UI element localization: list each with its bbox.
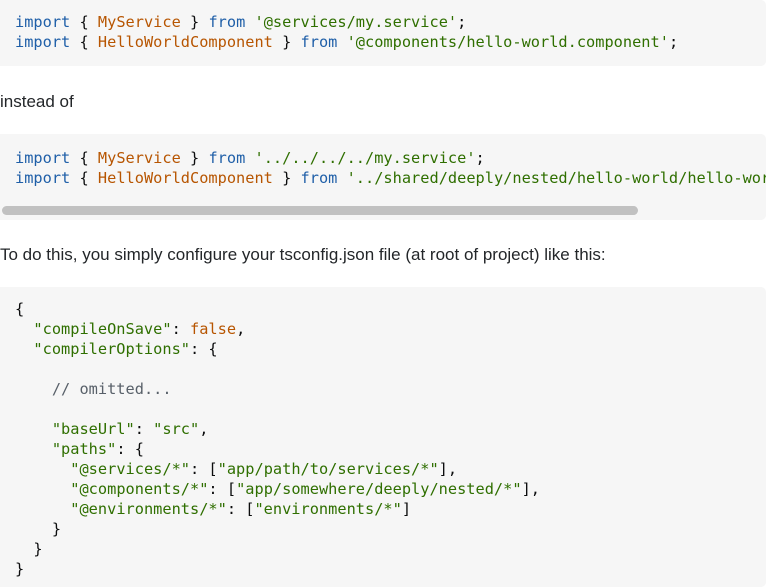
code-line: } bbox=[15, 539, 766, 559]
code-token: '../shared/deeply/nested/hello-world/hel… bbox=[346, 169, 766, 187]
code-token: "baseUrl" bbox=[51, 420, 135, 438]
code-token: MyService bbox=[97, 13, 181, 31]
code-token: , bbox=[199, 420, 209, 438]
code-token: { bbox=[15, 300, 25, 318]
code-line: } bbox=[15, 559, 766, 579]
code-token: MyService bbox=[97, 149, 181, 167]
code-line: "@components/*": ["app/somewhere/deeply/… bbox=[15, 479, 766, 499]
horizontal-scrollbar[interactable] bbox=[2, 206, 638, 215]
code-token: } bbox=[15, 560, 25, 578]
code-token: import bbox=[15, 13, 71, 31]
code-token: : [ bbox=[208, 480, 237, 498]
code-token: false bbox=[190, 320, 237, 338]
code-token: : [ bbox=[226, 500, 255, 518]
paragraph-tsconfig-instructions: To do this, you simply configure your ts… bbox=[0, 245, 606, 264]
code-line: "baseUrl": "src", bbox=[15, 419, 766, 439]
code-line: "@environments/*": ["environments/*"] bbox=[15, 499, 766, 519]
code-content: import { MyService } from '@services/my.… bbox=[0, 0, 766, 52]
code-token: from bbox=[300, 169, 338, 187]
code-token: : { bbox=[189, 340, 218, 358]
code-token: "@environments/*" bbox=[70, 500, 227, 518]
code-token: ; bbox=[668, 33, 679, 51]
code-token: } bbox=[15, 540, 43, 558]
code-token: ; bbox=[475, 149, 485, 167]
code-token: '@components/hello-world.component' bbox=[346, 33, 669, 51]
code-line: { bbox=[15, 299, 766, 319]
code-token: { bbox=[70, 169, 98, 187]
paragraph-instead-of: instead of bbox=[0, 92, 74, 111]
code-token: from bbox=[300, 33, 338, 51]
code-token: ; bbox=[457, 13, 467, 31]
code-token: "app/path/to/services/*" bbox=[217, 460, 439, 478]
code-token: "paths" bbox=[51, 440, 117, 458]
code-token: } bbox=[272, 33, 301, 51]
code-token: { bbox=[70, 33, 98, 51]
code-token: import bbox=[15, 149, 71, 167]
code-line: import { HelloWorldComponent } from '@co… bbox=[15, 32, 766, 52]
code-token: import bbox=[15, 169, 71, 187]
code-token: "compileOnSave" bbox=[33, 320, 172, 338]
code-content: import { MyService } from '../../../../m… bbox=[0, 134, 766, 188]
code-token: } bbox=[272, 169, 301, 187]
code-token: "src" bbox=[153, 420, 200, 438]
code-token: "compilerOptions" bbox=[33, 340, 190, 358]
code-token: "@components/*" bbox=[70, 480, 209, 498]
code-line: "paths": { bbox=[15, 439, 766, 459]
code-line: // omitted... bbox=[15, 379, 766, 399]
code-block-tsconfig: { "compileOnSave": false, "compilerOptio… bbox=[0, 287, 766, 587]
code-token: { bbox=[70, 13, 98, 31]
code-line: "@services/*": ["app/path/to/services/*"… bbox=[15, 459, 766, 479]
code-token: import bbox=[15, 33, 71, 51]
code-token: : bbox=[134, 420, 154, 438]
code-line: import { MyService } from '../../../../m… bbox=[15, 148, 766, 168]
code-token: // omitted... bbox=[51, 380, 172, 398]
code-token: } bbox=[15, 520, 62, 538]
code-content: { "compileOnSave": false, "compilerOptio… bbox=[0, 287, 766, 579]
code-block-imports-relative: import { MyService } from '../../../../m… bbox=[0, 134, 766, 220]
code-token: { bbox=[70, 149, 98, 167]
code-token: : bbox=[171, 320, 190, 338]
code-token: from bbox=[208, 149, 246, 167]
code-token: '@services/my.service' bbox=[254, 13, 458, 31]
code-token: } bbox=[180, 149, 209, 167]
code-token: HelloWorldComponent bbox=[97, 169, 273, 187]
code-block-imports-alias: import { MyService } from '@services/my.… bbox=[0, 0, 766, 66]
code-token: ], bbox=[438, 460, 458, 478]
code-line: import { HelloWorldComponent } from '../… bbox=[15, 168, 766, 188]
code-line: "compileOnSave": false, bbox=[15, 319, 766, 339]
code-line: } bbox=[15, 519, 766, 539]
code-token: ], bbox=[521, 480, 540, 498]
code-token: "@services/*" bbox=[70, 460, 190, 478]
code-line: "compilerOptions": { bbox=[15, 339, 766, 359]
code-token: : { bbox=[116, 440, 144, 458]
code-token: ] bbox=[401, 500, 412, 518]
code-token: HelloWorldComponent bbox=[97, 33, 273, 51]
code-token: "app/somewhere/deeply/nested/*" bbox=[236, 480, 522, 498]
code-token: , bbox=[236, 320, 246, 338]
code-token: from bbox=[208, 13, 246, 31]
code-line: import { MyService } from '@services/my.… bbox=[15, 12, 766, 32]
code-token: : [ bbox=[190, 460, 218, 478]
code-token: } bbox=[180, 13, 209, 31]
code-token: '../../../../my.service' bbox=[254, 149, 476, 167]
code-token: "environments/*" bbox=[254, 500, 402, 518]
